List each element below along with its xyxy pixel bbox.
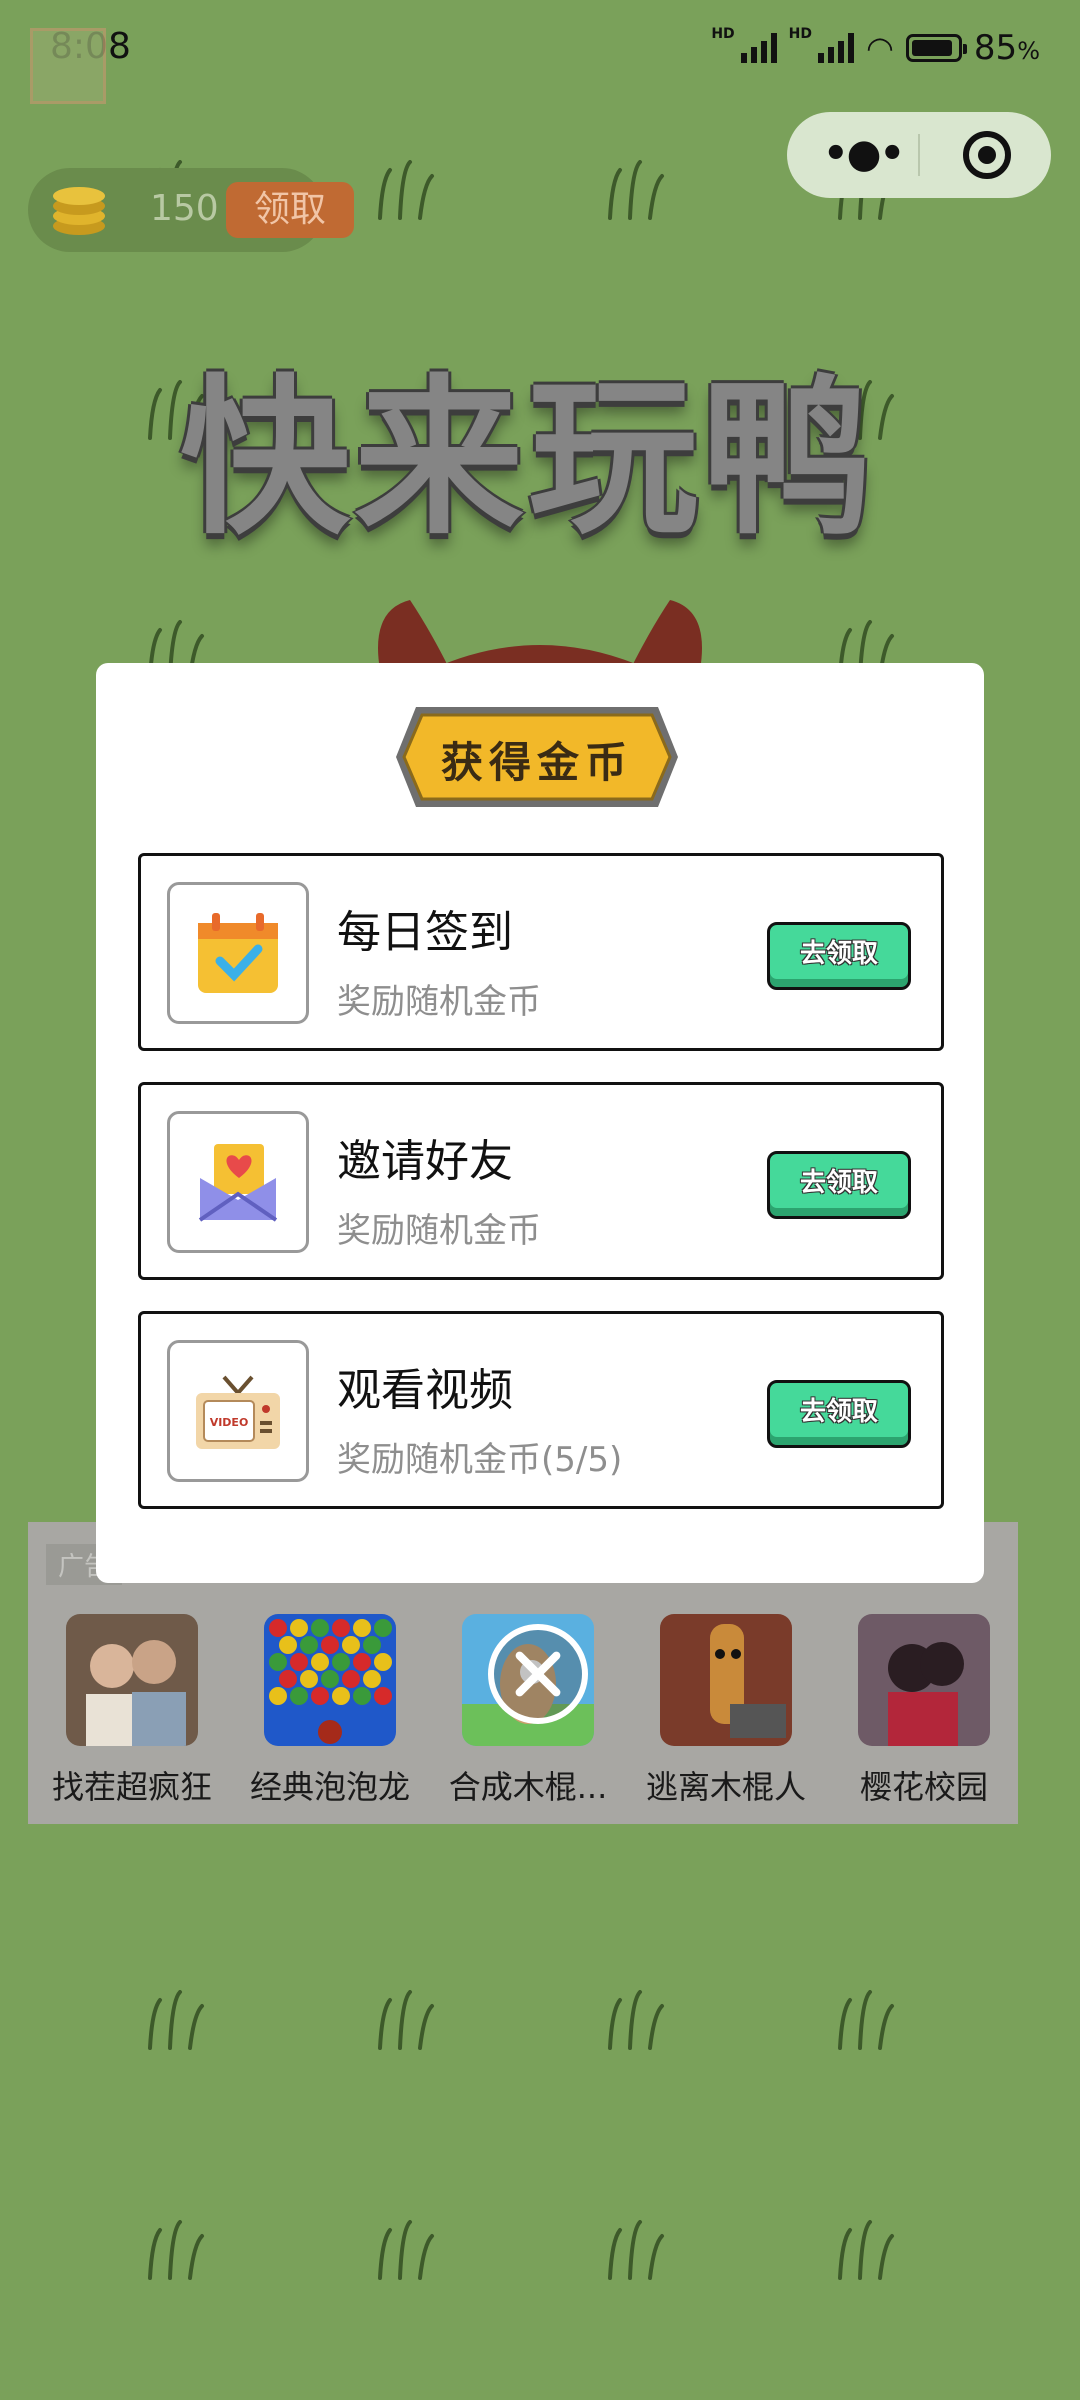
ad-item[interactable]: 找茬超疯狂 xyxy=(42,1614,222,1808)
wifi-icon: ◠ xyxy=(866,29,894,67)
target-close-icon[interactable] xyxy=(963,131,1011,179)
status-icons: HD HD ◠ 85% xyxy=(711,26,1040,68)
signal-icon xyxy=(740,33,777,63)
coin-stack-icon xyxy=(53,187,105,235)
grass-tuft xyxy=(600,1990,670,2050)
task-subtitle: 奖励随机金币(5/5) xyxy=(337,1440,623,1480)
coin-count: 150 xyxy=(150,188,219,229)
grass-tuft xyxy=(370,2220,440,2280)
task-title: 观看视频 xyxy=(337,1365,513,1416)
grass-tuft xyxy=(370,160,440,220)
grass-tuft xyxy=(830,1990,900,2050)
hd-label-2: HD xyxy=(788,26,812,42)
ad-item[interactable]: 逃离木棍人 xyxy=(636,1614,816,1808)
ad-item-name: 合成木棍... xyxy=(448,1768,608,1806)
claim-coins-button[interactable]: 领取 xyxy=(226,182,354,238)
ad-item-name: 经典泡泡龙 xyxy=(249,1768,410,1806)
dialog-header-banner: 获得金币 xyxy=(394,705,680,809)
battery-percent: 85 xyxy=(973,28,1018,68)
signal-icon-2 xyxy=(818,33,854,63)
ad-item-name: 逃离木棍人 xyxy=(645,1768,806,1806)
ad-thumbnail xyxy=(858,1614,990,1746)
task-daily-checkin: 每日签到 奖励随机金币 去领取 xyxy=(138,853,944,1051)
claim-checkin-button[interactable]: 去领取 xyxy=(767,922,911,990)
grass-tuft xyxy=(830,2220,900,2280)
claim-invite-button[interactable]: 去领取 xyxy=(767,1151,911,1219)
heart-envelope-icon xyxy=(167,1111,309,1253)
ad-item[interactable]: 樱花校园 xyxy=(834,1614,1014,1808)
home-icon[interactable] xyxy=(30,28,106,104)
coin-reward-dialog: 获得金币 每日签到 奖励随机金币 去领取 邀请好友 奖励随机金币 去领取 VID… xyxy=(96,663,984,1583)
task-watch-video: VIDEO 观看视频 奖励随机金币(5/5) 去领取 xyxy=(138,1311,944,1509)
task-subtitle: 奖励随机金币 xyxy=(337,982,541,1022)
close-dialog-icon[interactable] xyxy=(488,1624,588,1724)
more-dots-icon[interactable]: •●• xyxy=(823,134,905,174)
hd-label: HD xyxy=(711,26,735,42)
mini-program-capsule: •●• xyxy=(787,112,1051,198)
svg-text:VIDEO: VIDEO xyxy=(210,1416,249,1429)
ad-thumbnail xyxy=(66,1614,198,1746)
dialog-title: 获得金币 xyxy=(440,738,633,787)
ad-item-name: 樱花校园 xyxy=(859,1768,988,1806)
calendar-check-icon xyxy=(167,882,309,1024)
claim-video-button[interactable]: 去领取 xyxy=(767,1380,911,1448)
grass-tuft xyxy=(370,1990,440,2050)
ad-thumbnail xyxy=(660,1614,792,1746)
status-bar: 8:08 HD HD ◠ 85% xyxy=(0,0,1080,100)
grass-tuft xyxy=(600,2220,670,2280)
task-title: 邀请好友 xyxy=(337,1136,513,1187)
grass-tuft xyxy=(140,1990,210,2050)
battery-icon xyxy=(905,34,967,62)
task-invite-friends: 邀请好友 奖励随机金币 去领取 xyxy=(138,1082,944,1280)
task-title: 每日签到 xyxy=(337,907,513,958)
game-title: 快来玩鸭 xyxy=(180,360,877,558)
capsule-divider xyxy=(918,134,920,176)
ad-item-name: 找茬超疯狂 xyxy=(51,1768,212,1806)
tv-video-icon: VIDEO xyxy=(167,1340,309,1482)
duck-ears-decoration xyxy=(378,600,702,670)
ad-thumbnail xyxy=(264,1614,396,1746)
coin-bar: 150 领取 xyxy=(28,168,354,252)
grass-tuft xyxy=(140,2220,210,2280)
grass-tuft xyxy=(600,160,670,220)
task-subtitle: 奖励随机金币 xyxy=(337,1211,541,1251)
ad-item[interactable]: 经典泡泡龙 xyxy=(240,1614,420,1808)
battery-unit: % xyxy=(1017,37,1040,65)
